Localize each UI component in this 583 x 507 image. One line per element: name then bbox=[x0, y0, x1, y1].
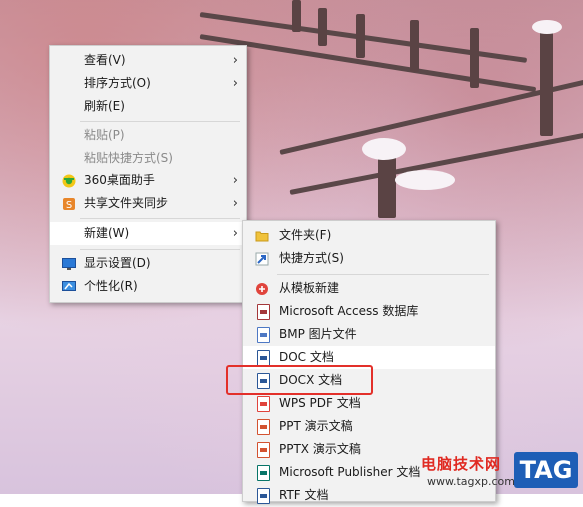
menu-item-shared-folder-sync[interactable]: S 共享文件夹同步 › bbox=[50, 192, 246, 215]
watermark-url: www.tagxp.com bbox=[427, 475, 515, 488]
shortcut-icon bbox=[255, 251, 269, 266]
shared-folder-sync-icon: S bbox=[62, 196, 76, 211]
menu-item-personalize[interactable]: 个性化(R) bbox=[50, 275, 246, 298]
submenu-arrow-icon: › bbox=[232, 196, 238, 211]
personalize-icon bbox=[62, 279, 76, 293]
pdf-icon bbox=[257, 396, 270, 412]
menu-item-sort-by[interactable]: 排序方式(O) › bbox=[50, 72, 246, 95]
new-item-wps-pdf[interactable]: WPS PDF 文档 bbox=[243, 392, 495, 415]
menu-item-paste-shortcut[interactable]: 粘贴快捷方式(S) bbox=[50, 147, 246, 170]
new-item-shortcut[interactable]: 快捷方式(S) bbox=[243, 247, 495, 270]
publisher-icon bbox=[257, 465, 270, 481]
menu-item-view[interactable]: 查看(V) › bbox=[50, 49, 246, 72]
desktop-context-menu: 查看(V) › 排序方式(O) › 刷新(E) 粘贴(P) 粘贴快捷方式(S) 36… bbox=[49, 45, 247, 303]
submenu-arrow-icon: › bbox=[232, 173, 238, 188]
menu-separator bbox=[80, 121, 240, 122]
doc-icon bbox=[257, 350, 270, 366]
new-item-ppt[interactable]: PPT 演示文稿 bbox=[243, 415, 495, 438]
menu-separator bbox=[80, 249, 240, 250]
menu-item-paste[interactable]: 粘贴(P) bbox=[50, 124, 246, 147]
menu-item-new[interactable]: 新建(W) › bbox=[50, 222, 246, 245]
display-settings-icon bbox=[62, 256, 76, 270]
menu-item-refresh[interactable]: 刷新(E) bbox=[50, 95, 246, 118]
bmp-icon bbox=[257, 327, 270, 343]
menu-item-display-settings[interactable]: 显示设置(D) bbox=[50, 252, 246, 275]
pptx-icon bbox=[257, 442, 270, 458]
new-item-folder[interactable]: 文件夹(F) bbox=[243, 224, 495, 247]
docx-highlight-box bbox=[226, 365, 373, 395]
new-item-bmp-image[interactable]: BMP 图片文件 bbox=[243, 323, 495, 346]
menu-separator bbox=[80, 218, 240, 219]
new-item-from-template[interactable]: 从模板新建 bbox=[243, 277, 495, 300]
submenu-arrow-icon: › bbox=[232, 53, 238, 68]
watermark-site-name: 电脑技术网 bbox=[421, 455, 502, 473]
rtf-icon bbox=[257, 488, 270, 504]
menu-item-360-desktop-assistant[interactable]: 360桌面助手 › bbox=[50, 169, 246, 192]
menu-separator bbox=[277, 274, 489, 275]
template-icon bbox=[255, 281, 269, 295]
svg-text:S: S bbox=[66, 200, 72, 211]
access-icon bbox=[257, 304, 270, 320]
ppt-icon bbox=[257, 419, 270, 435]
site-watermark: 电脑技术网 www.tagxp.com TAG bbox=[421, 449, 583, 494]
new-item-access-database[interactable]: Microsoft Access 数据库 bbox=[243, 300, 495, 323]
submenu-arrow-icon: › bbox=[232, 226, 238, 241]
360-assistant-icon bbox=[62, 173, 76, 188]
watermark-tag-logo: TAG bbox=[514, 452, 578, 488]
submenu-arrow-icon: › bbox=[232, 76, 238, 91]
folder-icon bbox=[255, 228, 269, 242]
